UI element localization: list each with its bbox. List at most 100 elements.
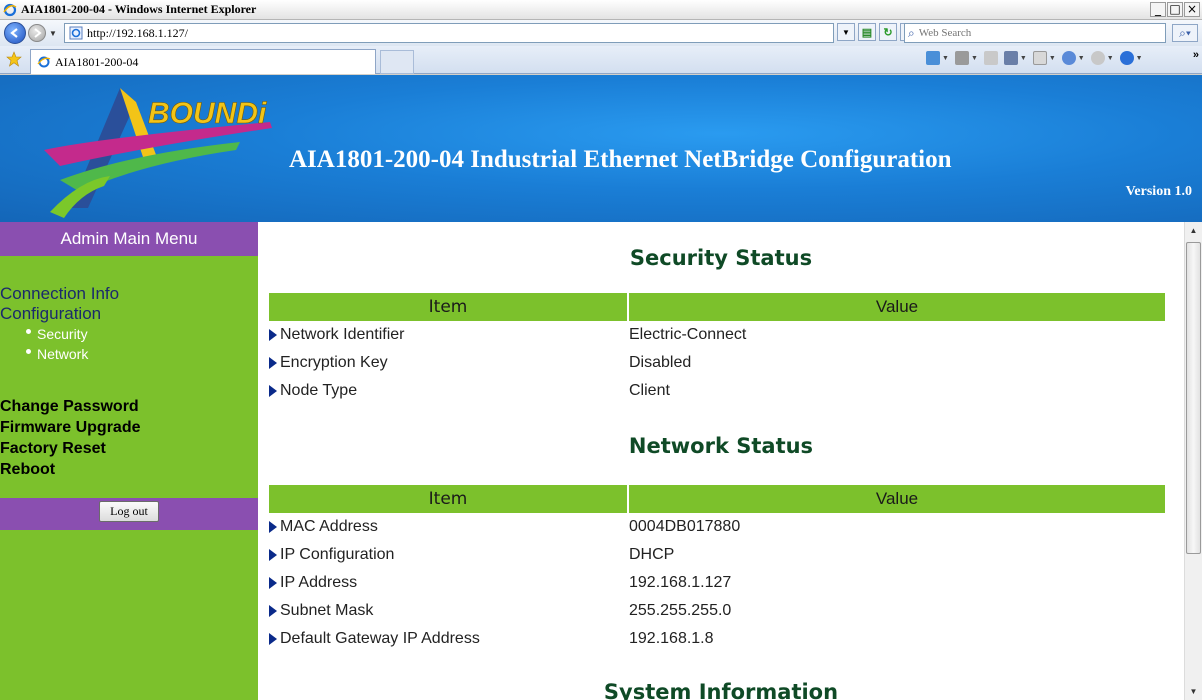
- logo-text: BOUNDi: [148, 97, 267, 130]
- item-label: Encryption Key: [280, 354, 388, 371]
- dropdown-arrow-icon[interactable]: ▼: [837, 23, 855, 41]
- help-icon: [1119, 51, 1134, 65]
- table-row: Encryption Key Disabled: [269, 349, 1165, 377]
- maximize-button[interactable]: □: [1167, 2, 1183, 17]
- value-cell: 0004DB017880: [629, 518, 741, 535]
- value-cell: 192.168.1.8: [629, 630, 714, 647]
- help-button[interactable]: ▼: [1119, 51, 1143, 65]
- back-button[interactable]: [4, 22, 26, 44]
- scroll-up-icon[interactable]: ▲: [1185, 222, 1202, 239]
- logout-button[interactable]: Log out: [99, 500, 159, 522]
- mail-icon: [983, 51, 998, 65]
- tab-bar: AIA1801-200-04 ▼ ▼ ▼ ▼ ▼ ▼ ▼ »: [0, 46, 1202, 74]
- connection-info-link[interactable]: Connection Info: [0, 284, 258, 304]
- search-input[interactable]: [918, 27, 1149, 39]
- page-banner: BOUNDi AIA1801-200-04 Industrial Etherne…: [0, 75, 1202, 222]
- tools-button[interactable]: ▼: [1090, 51, 1114, 65]
- more-commands-icon[interactable]: »: [1193, 49, 1199, 61]
- ie-logo-icon: [3, 3, 17, 16]
- factory-reset-link[interactable]: Factory Reset: [0, 438, 140, 459]
- page-heading: AIA1801-200-04 Industrial Ethernet NetBr…: [289, 146, 952, 173]
- triangle-bullet-icon: [269, 357, 277, 369]
- security-link-label: Security: [37, 326, 88, 342]
- firmware-upgrade-link[interactable]: Firmware Upgrade: [0, 417, 140, 438]
- feeds-button[interactable]: ▼: [954, 51, 978, 65]
- triangle-bullet-icon: [269, 385, 277, 397]
- address-toolbar: ▼ ▼ ▤ ↻ ✕ ⌕ ⌕▾: [0, 20, 1202, 46]
- triangle-bullet-icon: [269, 633, 277, 645]
- forward-arrow-icon: [34, 28, 42, 38]
- value-cell: DHCP: [629, 546, 675, 563]
- magnifier-icon: ⌕▾: [1179, 25, 1191, 40]
- item-cell: Subnet Mask: [269, 602, 629, 620]
- search-button[interactable]: ⌕▾: [1172, 24, 1198, 42]
- compatibility-icon[interactable]: ▤: [858, 23, 876, 41]
- forward-button[interactable]: [28, 24, 46, 42]
- item-label: IP Address: [280, 574, 358, 591]
- admin-sidebar: Admin Main Menu Connection Info Configur…: [0, 222, 258, 700]
- change-password-link[interactable]: Change Password: [0, 396, 140, 417]
- logout-bar: Log out: [0, 498, 258, 530]
- refresh-icon[interactable]: ↻: [879, 23, 897, 41]
- configuration-submenu: Security Network: [0, 324, 258, 364]
- item-cell: IP Configuration: [269, 546, 629, 564]
- back-arrow-icon: [10, 28, 18, 38]
- value-cell: Disabled: [629, 354, 692, 371]
- page-menu-icon: [1032, 51, 1047, 65]
- page-menu-button[interactable]: ▼: [1032, 51, 1056, 65]
- reboot-link[interactable]: Reboot: [0, 459, 140, 480]
- sidebar-menu: Connection Info Configuration Security N…: [0, 284, 258, 364]
- minimize-button[interactable]: _: [1150, 2, 1166, 17]
- browser-tab[interactable]: AIA1801-200-04: [30, 49, 376, 74]
- item-label: Node Type: [280, 382, 358, 399]
- item-cell: Encryption Key: [269, 354, 629, 372]
- safety-icon: [1061, 51, 1076, 65]
- value-cell: 255.255.255.0: [629, 602, 732, 619]
- window-titlebar: AIA1801-200-04 - Windows Internet Explor…: [0, 0, 1202, 20]
- triangle-bullet-icon: [269, 521, 277, 533]
- table-row: Subnet Mask 255.255.255.0: [269, 597, 1165, 625]
- safety-button[interactable]: ▼: [1061, 51, 1085, 65]
- home-button[interactable]: ▼: [926, 51, 949, 65]
- table-header: Item Value: [269, 485, 1165, 513]
- aboundi-logo: BOUNDi: [44, 88, 272, 218]
- item-cell: Network Identifier: [269, 326, 629, 344]
- url-input[interactable]: [87, 25, 827, 41]
- item-cell: MAC Address: [269, 518, 629, 536]
- configuration-link[interactable]: Configuration: [0, 304, 258, 324]
- value-cell: Electric-Connect: [629, 326, 747, 343]
- mail-button[interactable]: [983, 51, 998, 65]
- security-link[interactable]: Security: [26, 324, 258, 344]
- print-button[interactable]: ▼: [1003, 51, 1027, 65]
- search-box[interactable]: ⌕: [904, 23, 1166, 43]
- scroll-thumb[interactable]: [1186, 242, 1201, 554]
- value-cell: Client: [629, 382, 670, 399]
- item-cell: Default Gateway IP Address: [269, 630, 629, 648]
- window-title: AIA1801-200-04 - Windows Internet Explor…: [21, 2, 257, 16]
- favorites-star-icon[interactable]: [6, 51, 22, 67]
- item-label: Network Identifier: [280, 326, 405, 343]
- table-row: Default Gateway IP Address 192.168.1.8: [269, 625, 1165, 653]
- table-row: IP Configuration DHCP: [269, 541, 1165, 569]
- table-header: Item Value: [269, 293, 1165, 321]
- address-bar[interactable]: [64, 23, 834, 43]
- network-status-title: Network Status: [628, 434, 814, 458]
- close-button[interactable]: ×: [1184, 2, 1200, 17]
- window-controls: _ □ ×: [1149, 2, 1200, 17]
- network-link[interactable]: Network: [26, 344, 258, 364]
- triangle-bullet-icon: [269, 577, 277, 589]
- sidebar-header: Admin Main Menu: [0, 222, 258, 256]
- item-label: Subnet Mask: [280, 602, 374, 619]
- triangle-bullet-icon: [269, 605, 277, 617]
- vertical-scrollbar[interactable]: ▲ ▼: [1184, 222, 1202, 700]
- security-status-table: Item Value Network Identifier Electric-C…: [269, 293, 1165, 405]
- item-column-header: Item: [269, 293, 627, 321]
- history-dropdown-icon[interactable]: ▼: [49, 29, 57, 38]
- scroll-down-icon[interactable]: ▼: [1185, 683, 1202, 700]
- item-label: Default Gateway IP Address: [280, 630, 480, 647]
- new-tab-button[interactable]: [380, 50, 414, 74]
- value-column-header: Value: [629, 293, 1165, 321]
- value-column-header: Value: [629, 485, 1165, 513]
- feeds-icon: [954, 51, 969, 65]
- sidebar-actions: Change Password Firmware Upgrade Factory…: [0, 396, 140, 480]
